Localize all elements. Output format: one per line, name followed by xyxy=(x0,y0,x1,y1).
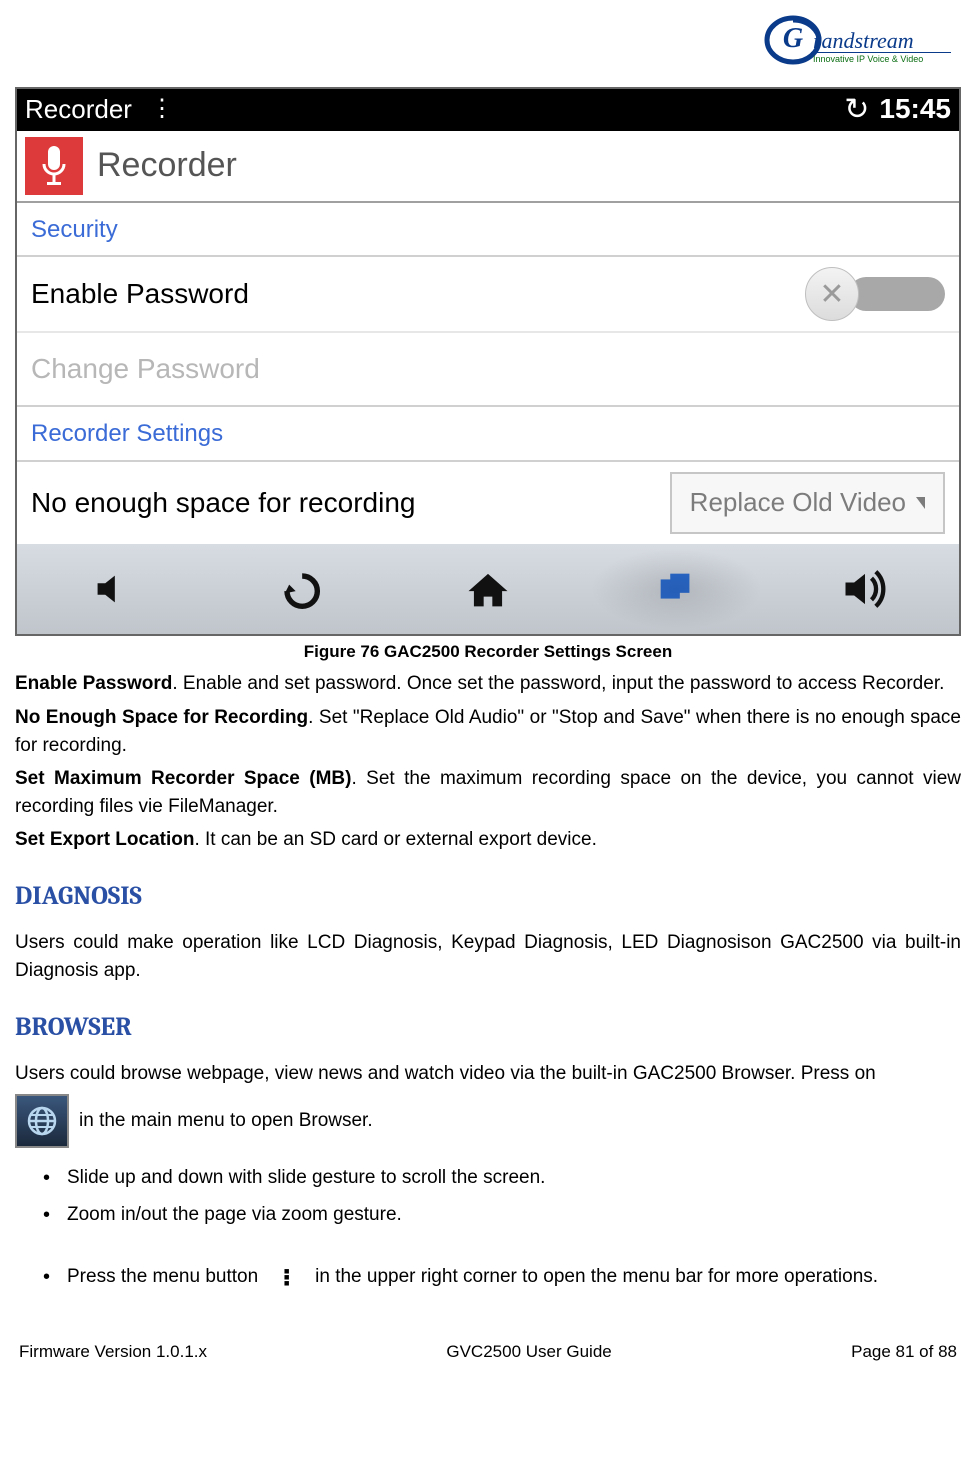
bullet-zoom: Zoom in/out the page via zoom gesture. xyxy=(43,1201,961,1229)
toggle-enable-password[interactable]: ✕ xyxy=(805,267,945,321)
browser-app-icon xyxy=(15,1094,69,1148)
section-heading-recorder-settings: Recorder Settings xyxy=(17,407,959,460)
spinner-caret-icon xyxy=(916,497,925,509)
row-enable-password[interactable]: Enable Password ✕ xyxy=(17,257,959,331)
browser-bullets-2: Press the menu button ▪▪▪ in the upper r… xyxy=(15,1239,961,1291)
nav-recents[interactable] xyxy=(582,544,770,634)
nav-home[interactable] xyxy=(394,544,582,634)
label-change-password: Change Password xyxy=(31,349,945,390)
clock: 15:45 xyxy=(879,89,951,130)
browser-bullets: Slide up and down with slide gesture to … xyxy=(15,1154,961,1229)
refresh-icon[interactable]: ↻ xyxy=(844,88,879,132)
nav-volume-up[interactable] xyxy=(771,544,959,634)
bullet-menu: Press the menu button ▪▪▪ in the upper r… xyxy=(43,1263,961,1291)
spinner-value: Replace Old Video xyxy=(690,484,906,522)
svg-text:Innovative IP Voice & Video: Innovative IP Voice & Video xyxy=(813,54,923,64)
app-title: Recorder xyxy=(97,141,237,190)
spinner-replace-old-video[interactable]: Replace Old Video xyxy=(670,472,945,534)
android-status-bar: Recorder ⋮ ↻ 15:45 xyxy=(17,89,959,131)
para-diagnosis: Users could make operation like LCD Diag… xyxy=(15,929,961,984)
nav-back[interactable] xyxy=(205,544,393,634)
kebab-icon[interactable]: ⋮ xyxy=(132,92,192,127)
page-footer: Firmware Version 1.0.1.x GVC2500 User Gu… xyxy=(15,1300,961,1369)
brand-logo: G randstream Innovative IP Voice & Video xyxy=(15,10,961,87)
nav-volume-down[interactable] xyxy=(17,544,205,634)
row-no-space[interactable]: No enough space for recording Replace Ol… xyxy=(17,462,959,544)
label-no-space: No enough space for recording xyxy=(31,483,670,524)
footer-title: GVC2500 User Guide xyxy=(446,1340,611,1365)
figure-caption: Figure 76 GAC2500 Recorder Settings Scre… xyxy=(15,636,961,671)
heading-browser: BROWSER xyxy=(15,1009,961,1047)
device-screenshot: Recorder ⋮ ↻ 15:45 Recorder Security Ena… xyxy=(15,87,961,636)
row-change-password: Change Password xyxy=(17,333,959,405)
svg-text:randstream: randstream xyxy=(813,28,914,53)
heading-diagnosis: DIAGNOSIS xyxy=(15,878,961,916)
bullet-slide: Slide up and down with slide gesture to … xyxy=(43,1164,961,1192)
para-browser-intro: Users could browse webpage, view news an… xyxy=(15,1060,961,1088)
para-browser-icon-line: in the main menu to open Browser. xyxy=(15,1094,961,1148)
para-set-max-space: Set Maximum Recorder Space (MB). Set the… xyxy=(15,765,961,820)
section-heading-security: Security xyxy=(17,203,959,256)
footer-firmware: Firmware Version 1.0.1.x xyxy=(19,1340,207,1365)
recorder-app-icon xyxy=(25,137,83,195)
toggle-knob-off-icon: ✕ xyxy=(805,267,859,321)
soft-nav-bar xyxy=(17,544,959,634)
app-title-bar: Recorder xyxy=(17,131,959,203)
footer-page: Page 81 of 88 xyxy=(851,1340,957,1365)
para-set-export-location: Set Export Location. It can be an SD car… xyxy=(15,826,961,854)
statusbar-app-name: Recorder xyxy=(25,91,132,129)
menu-dots-icon: ▪▪▪ xyxy=(263,1268,309,1286)
label-enable-password: Enable Password xyxy=(31,274,805,315)
para-no-enough-space: No Enough Space for Recording. Set "Repl… xyxy=(15,704,961,759)
para-enable-password: Enable Password. Enable and set password… xyxy=(15,670,961,698)
svg-text:G: G xyxy=(783,23,803,54)
